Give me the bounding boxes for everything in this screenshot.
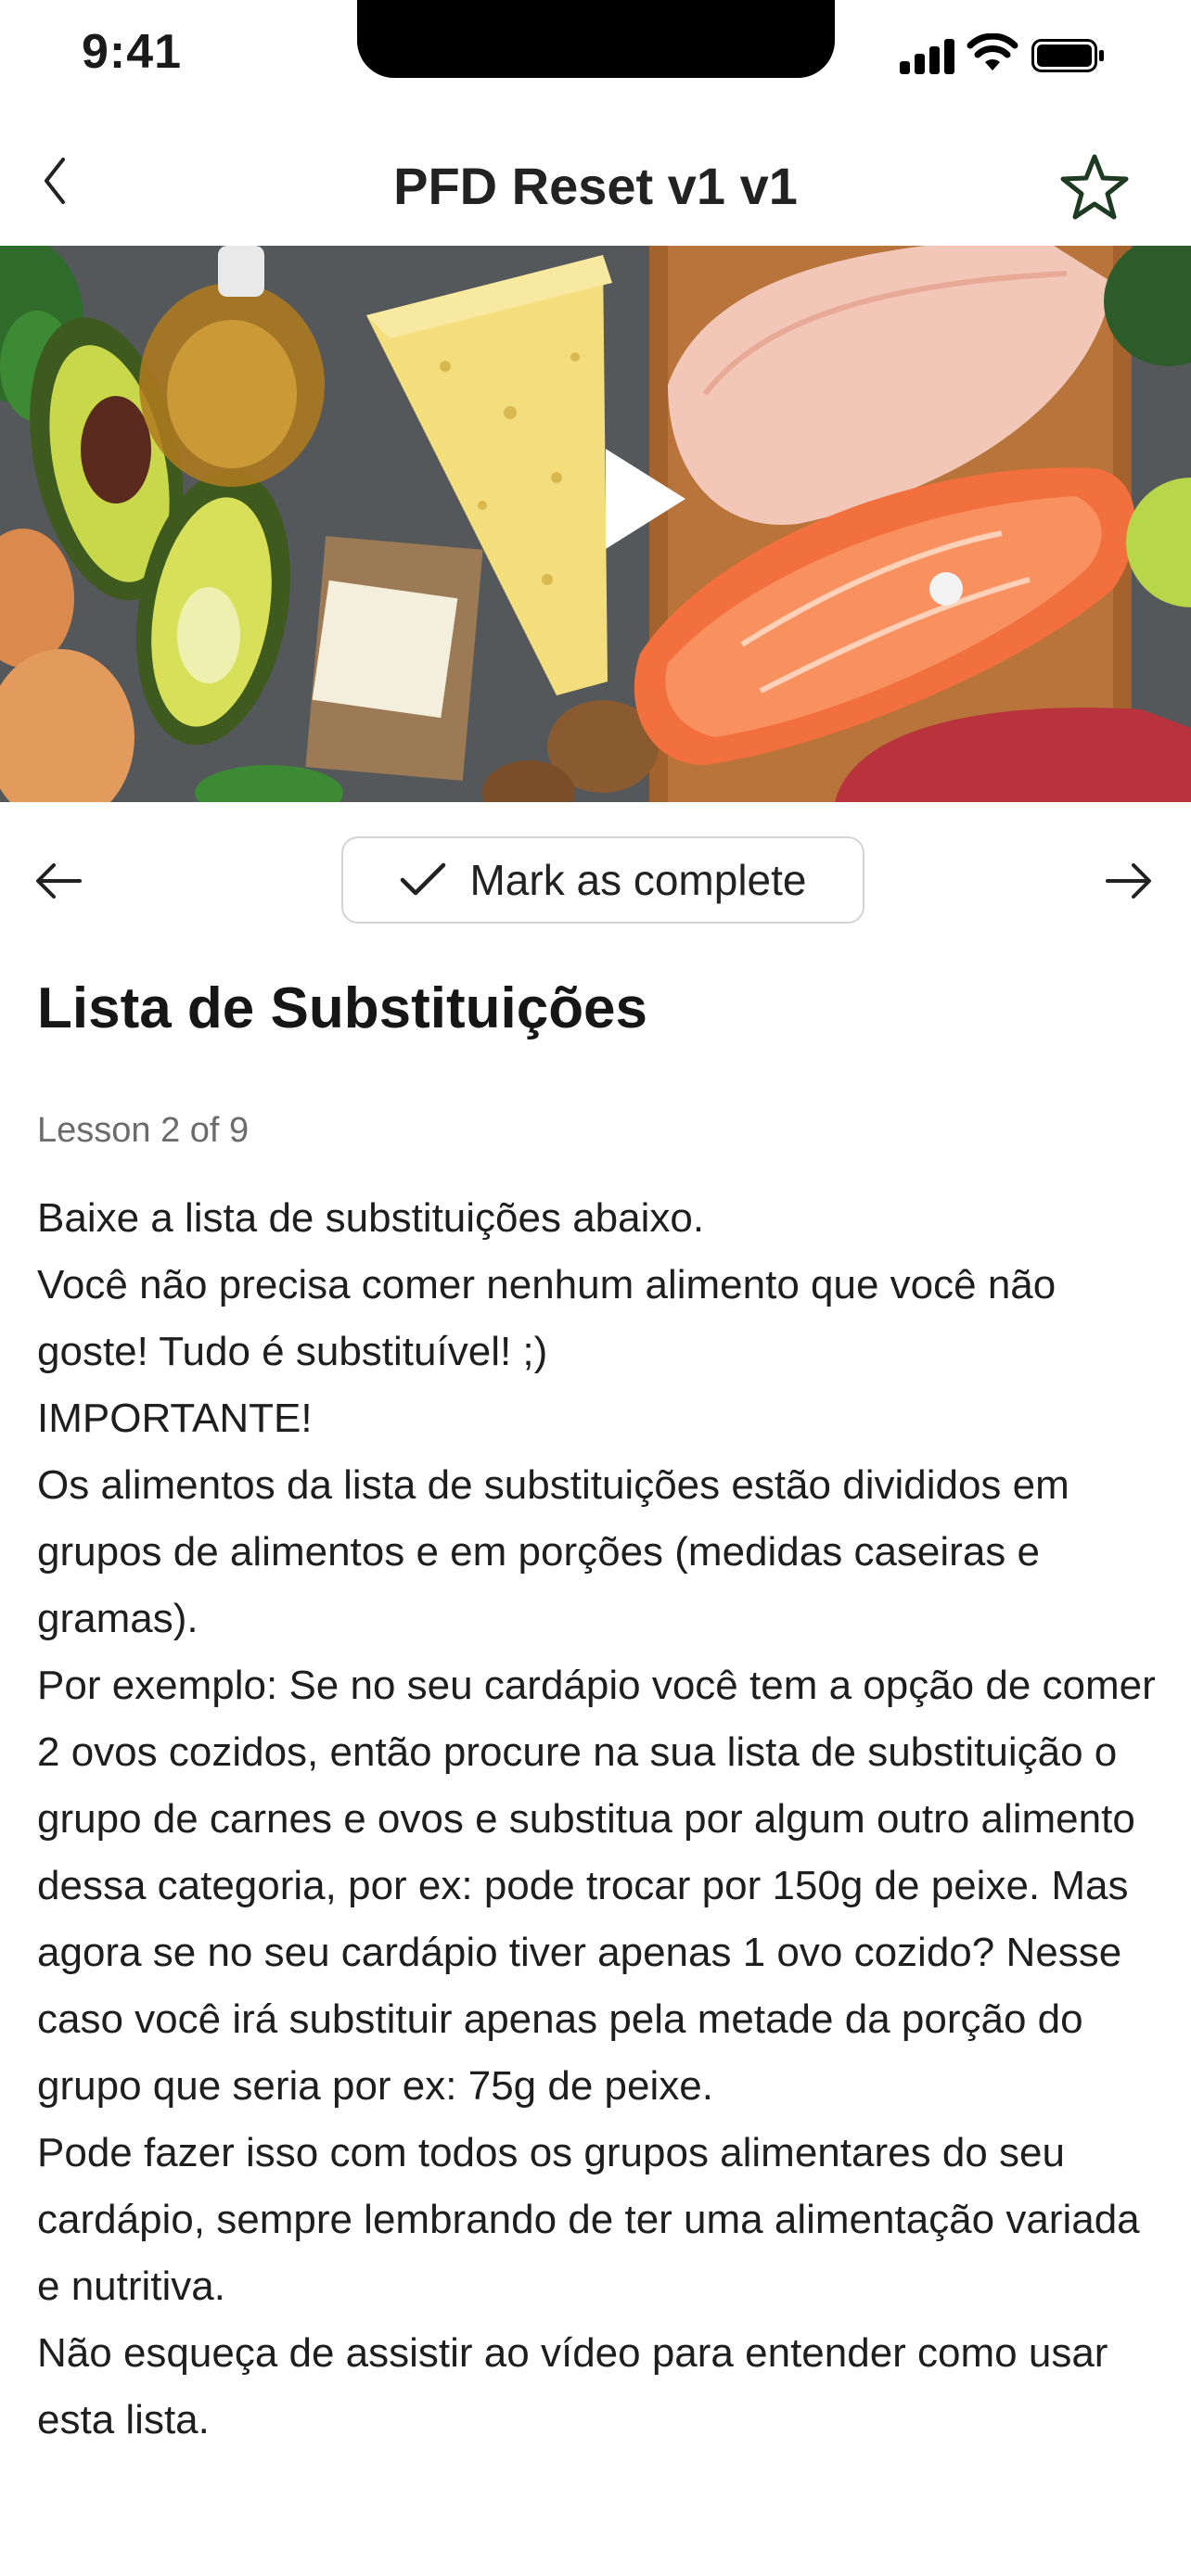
mark-complete-button[interactable]: Mark as complete [341,836,864,924]
arrow-right-icon[interactable] [1102,853,1154,909]
nav-bar: PFD Reset v1 v1 [0,130,1191,241]
lesson-paragraph: Pode fazer isso com todos os grupos alim… [37,2130,1140,2309]
star-outline-icon[interactable] [1057,150,1132,224]
page-title: PFD Reset v1 v1 [393,157,798,215]
status-time: 9:41 [82,25,183,79]
arrow-left-icon[interactable] [33,853,85,909]
lesson-title: Lista de Substituições [37,976,648,1040]
lesson-description: Baixe a lista de substituições abaixo. V… [37,1185,1159,2454]
battery-icon [1031,39,1104,72]
lesson-progress-label: Lesson 2 of 9 [37,1111,250,1150]
lesson-paragraph: Por exemplo: Se no seu cardápio você tem… [37,1663,1156,2109]
lesson-paragraph: Baixe a lista de substituições abaixo. [37,1195,705,1241]
video-thumbnail[interactable] [0,246,1191,802]
lesson-paragraph: Não esqueça de assistir ao vídeo para en… [37,2330,1108,2442]
status-bar: 9:41 [0,0,1191,102]
lesson-paragraph: Você não precisa comer nenhum alimento q… [37,1262,1057,1374]
mark-complete-label: Mark as complete [469,856,807,904]
device-notch [357,0,835,78]
wifi-icon [967,33,1018,70]
food-illustration [0,246,1191,802]
lesson-paragraph: IMPORTANTE! [37,1396,313,1441]
play-icon[interactable] [598,443,691,555]
checkmark-icon [401,862,446,896]
chevron-left-icon[interactable] [33,148,80,213]
lesson-paragraph: Os alimentos da lista de substituições e… [37,1462,1069,1641]
cellular-signal-icon [900,37,955,74]
